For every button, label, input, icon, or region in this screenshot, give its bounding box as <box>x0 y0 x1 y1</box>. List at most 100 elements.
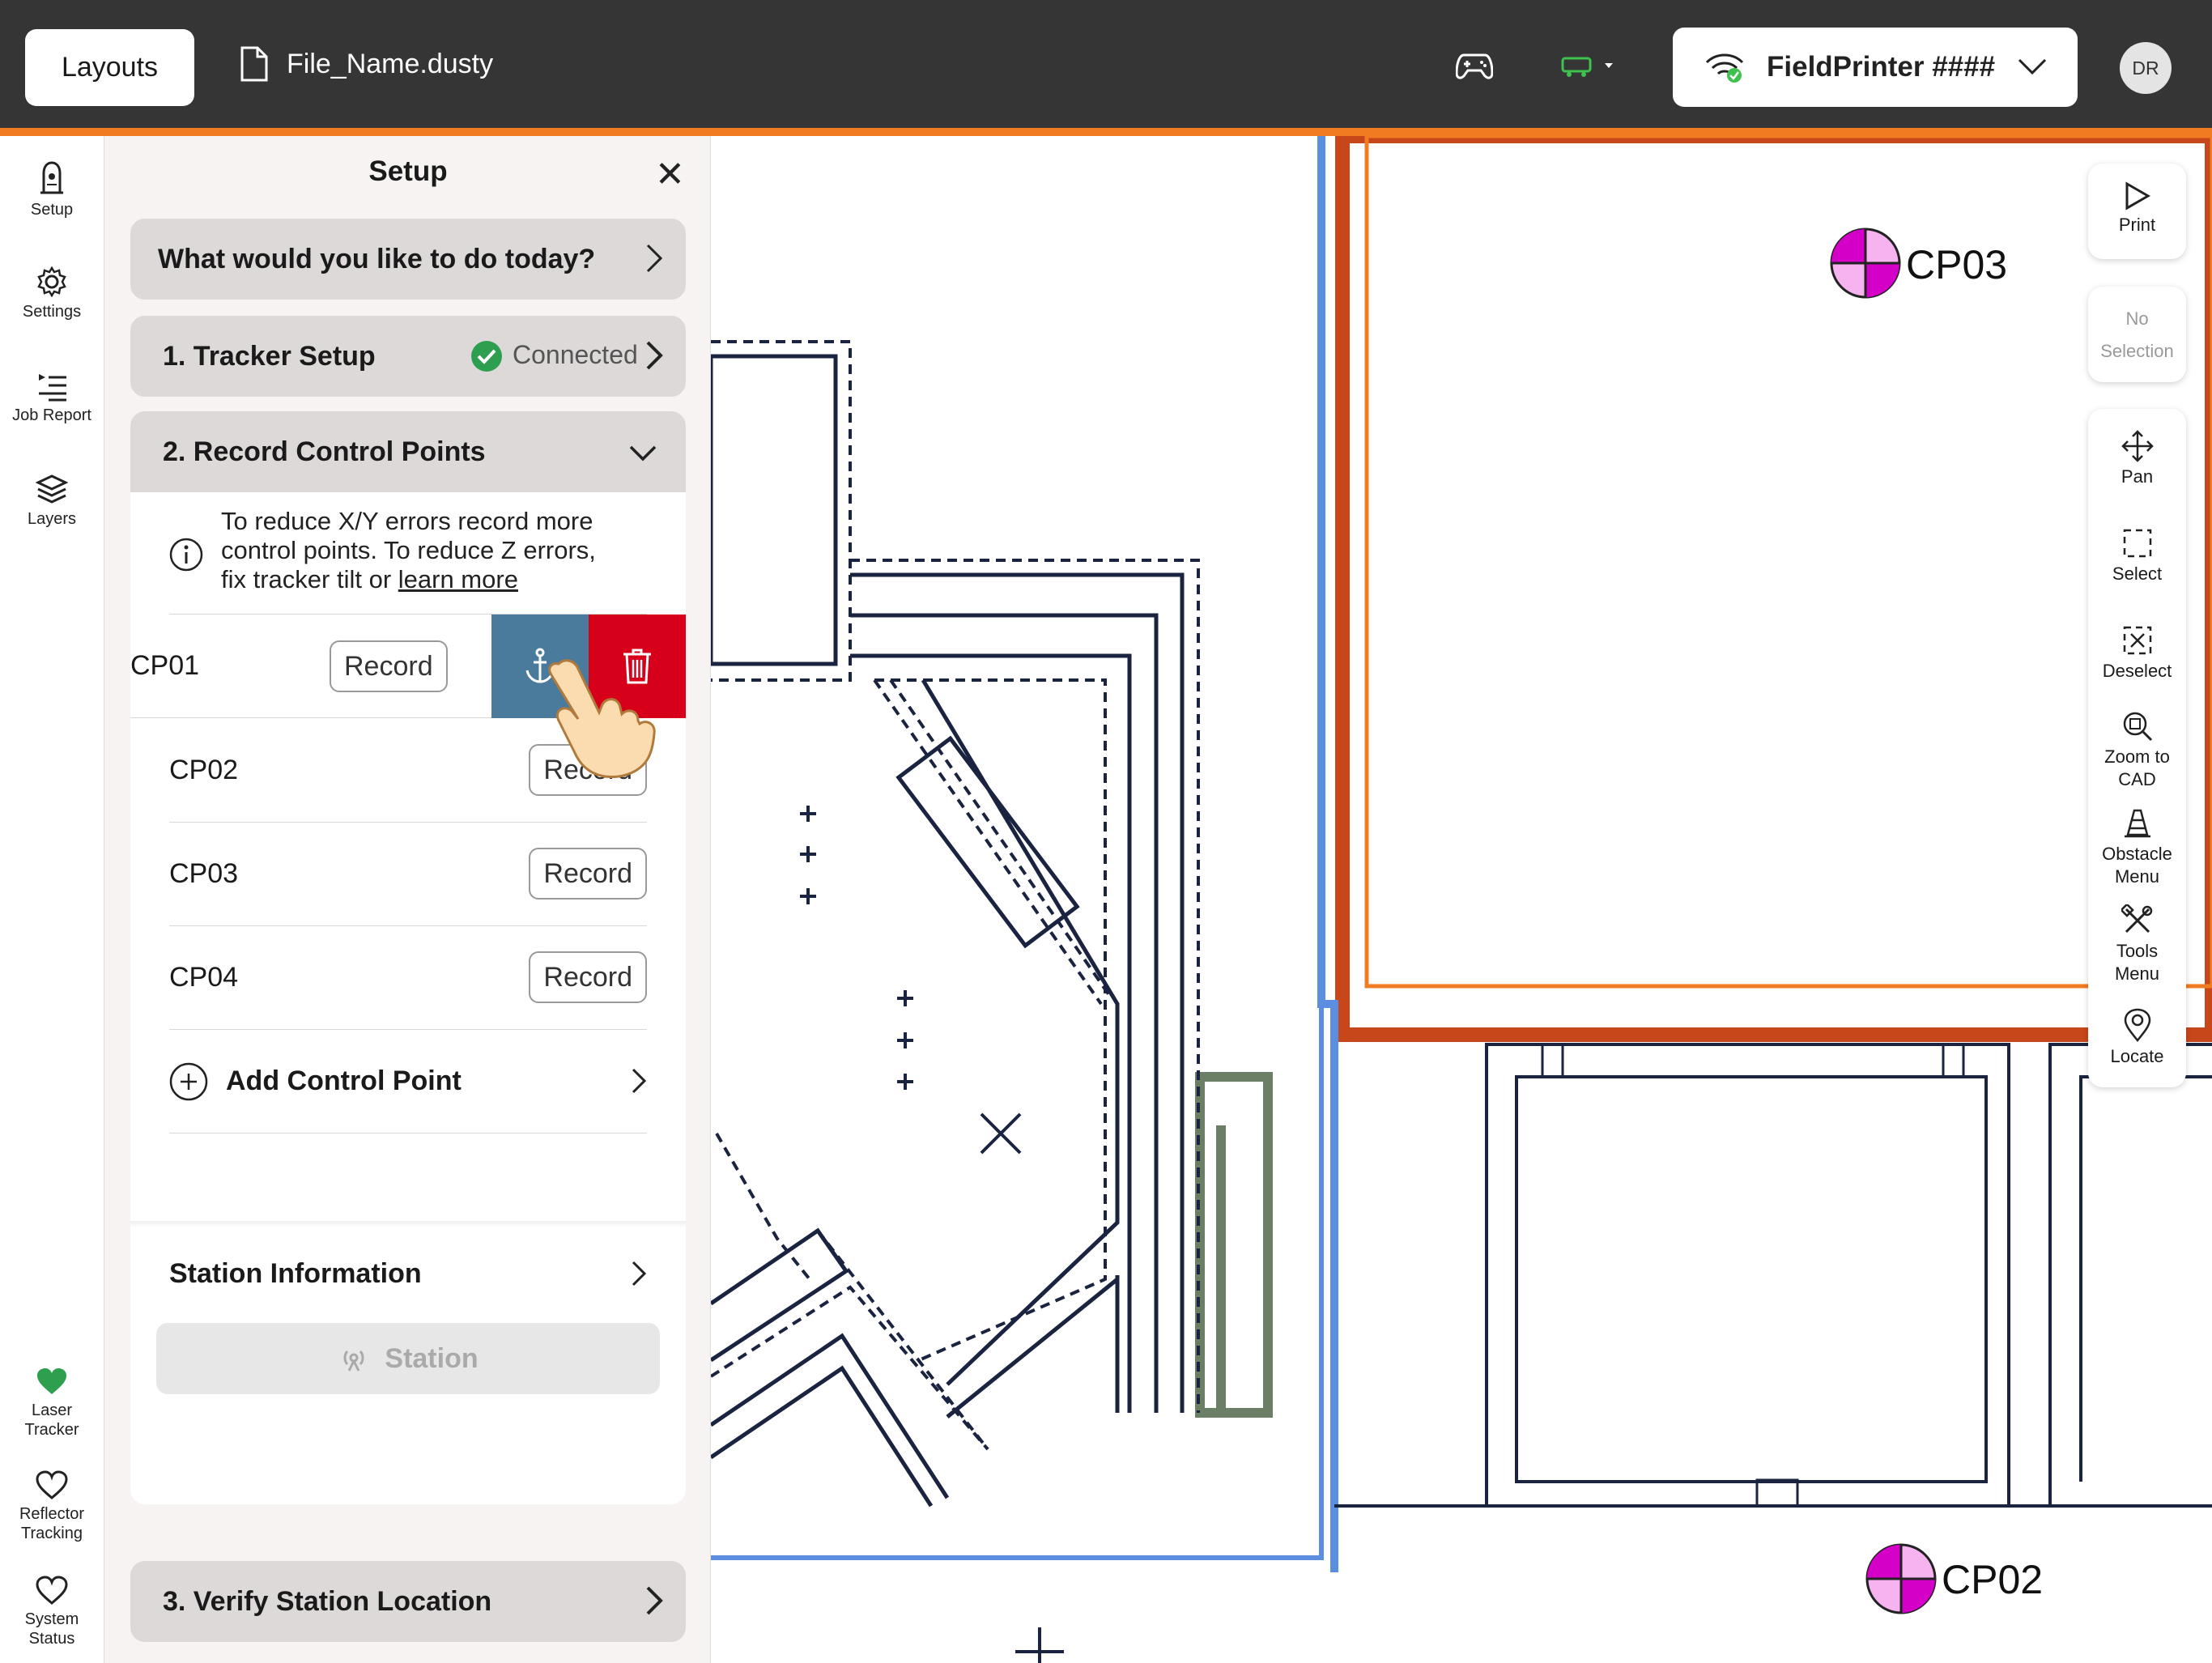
heart-filled-icon <box>37 1368 66 1394</box>
chevron-down-icon <box>629 445 657 461</box>
tools-menu-tool[interactable]: Tools Menu <box>2088 904 2186 985</box>
nav-setup[interactable]: Setup <box>0 160 104 219</box>
print-label: Print <box>2118 215 2156 235</box>
room-outline-2 <box>1515 1075 1988 1483</box>
no-selection-line-2: Selection <box>2100 341 2174 361</box>
obstacle-label-2: Menu <box>2114 866 2160 887</box>
learn-more-link[interactable]: learn more <box>398 565 518 593</box>
printer-select[interactable]: FieldPrinter #### <box>1673 28 2078 107</box>
left-nav: Setup Settings Job Report Layers Laser T… <box>0 136 104 1663</box>
cp03-label: CP03 <box>1906 242 2008 287</box>
today-question-label: What would you like to do today? <box>158 243 596 274</box>
tracker-status-icon[interactable] <box>1561 53 1618 78</box>
cp03-record-button[interactable]: Record <box>529 848 647 900</box>
upper-room-dashed <box>711 340 852 682</box>
verify-station-label: 3. Verify Station Location <box>163 1585 492 1617</box>
station-button[interactable]: Station <box>156 1323 660 1394</box>
today-question-row[interactable]: What would you like to do today? <box>130 219 686 300</box>
record-cp-label: 2. Record Control Points <box>163 436 486 467</box>
select-label: Select <box>2112 564 2163 584</box>
layouts-button[interactable]: Layouts <box>25 29 194 106</box>
nav-layers-label: Layers <box>27 510 77 528</box>
verify-station-row[interactable]: 3. Verify Station Location <box>130 1561 686 1642</box>
wall-dashed-3 <box>873 678 1103 1006</box>
gamepad-icon[interactable] <box>1456 52 1493 81</box>
cp03-row[interactable]: CP03 Record <box>169 823 647 926</box>
avatar[interactable]: DR <box>2120 42 2172 94</box>
print-tool[interactable]: Print <box>2088 181 2186 236</box>
tracker-status: Connected <box>513 340 638 369</box>
room-outline-1 <box>1485 1043 2010 1508</box>
cp04-row[interactable]: CP04 Record <box>169 926 647 1030</box>
tracker-setup-row[interactable]: 1. Tracker Setup Connected <box>130 316 686 397</box>
cp02-marker[interactable] <box>1865 1543 1937 1614</box>
pan-tool[interactable]: Pan <box>2088 430 2186 488</box>
nav-layers[interactable]: Layers <box>0 473 104 529</box>
room-right-2 <box>2079 1075 2212 1482</box>
cp03-label: CP03 <box>169 858 239 889</box>
chevron-down-icon <box>2018 58 2047 75</box>
close-icon[interactable]: ✕ <box>655 157 685 193</box>
file-name[interactable]: File_Name.dusty <box>240 45 493 83</box>
wall-dashed-4 <box>889 678 1112 999</box>
gear-icon <box>37 266 66 298</box>
chevron-right-icon <box>632 1068 647 1094</box>
wall-line-1 <box>850 572 1185 1413</box>
heart-outline-icon <box>36 1470 68 1499</box>
status-system-label: System Status <box>24 1610 79 1648</box>
panel-title: Setup <box>368 155 448 187</box>
cone-icon <box>2124 809 2150 838</box>
deselect-label: Deselect <box>2102 661 2172 681</box>
status-laser-tracker[interactable]: Laser Tracker <box>0 1367 104 1440</box>
add-control-point-row[interactable]: Add Control Point <box>169 1030 647 1133</box>
angled-wall-dashed-2 <box>715 1133 811 1281</box>
locate-tool[interactable]: Locate <box>2088 1008 2186 1068</box>
info-line-1: To reduce X/Y errors record more <box>221 507 593 535</box>
zoom-to-cad-tool[interactable]: Zoom to CAD <box>2088 710 2186 791</box>
select-box-icon <box>2123 529 2151 558</box>
angled-wall-dashed <box>709 1285 989 1451</box>
nav-job-report[interactable]: Job Report <box>0 369 104 425</box>
tools-icon <box>2121 904 2152 934</box>
station-info-row[interactable]: Station Information <box>169 1245 647 1302</box>
upper-room <box>708 354 838 666</box>
room-detail-1 <box>1541 1043 1564 1078</box>
nav-job-report-label: Job Report <box>12 406 91 424</box>
tools-card: Pan Select Deselect Zoom to CAD Obstacle… <box>2088 409 2186 1087</box>
status-system[interactable]: System Status <box>0 1576 104 1648</box>
tools-label-1: Tools <box>2116 941 2159 961</box>
pin-device-icon <box>40 161 63 194</box>
chevron-right-icon <box>646 1586 663 1615</box>
move-arrows-icon <box>2121 430 2154 462</box>
record-cp-header[interactable]: 2. Record Control Points <box>130 411 686 492</box>
station-section-shadow <box>130 1221 686 1227</box>
x-mark <box>980 1112 1022 1155</box>
info-block: To reduce X/Y errors record more control… <box>169 507 671 594</box>
record-cp-card: 2. Record Control Points To reduce X/Y e… <box>130 411 686 1504</box>
chevron-right-icon <box>646 244 663 273</box>
chevron-right-icon <box>632 1261 647 1287</box>
print-card[interactable]: Print <box>2088 164 2186 259</box>
select-tool[interactable]: Select <box>2088 527 2186 585</box>
cp01-label: CP01 <box>130 650 200 681</box>
setup-panel: Setup ✕ What would you like to do today?… <box>104 136 711 1663</box>
bottom-crosshair <box>1015 1627 1064 1663</box>
cp04-record-button[interactable]: Record <box>529 951 647 1003</box>
selection-card: No Selection <box>2088 287 2186 382</box>
status-reflector-tracking[interactable]: Reflector Tracking <box>0 1470 104 1543</box>
cp01-record-button[interactable]: Record <box>330 640 448 692</box>
obstacle-menu-tool[interactable]: Obstacle Menu <box>2088 807 2186 888</box>
locate-label: Locate <box>2110 1046 2164 1066</box>
location-pin-icon <box>2124 1008 2150 1042</box>
top-bar: Layouts File_Name.dusty FieldPrinter ###… <box>0 0 2212 128</box>
wall-line-4 <box>921 678 1120 1386</box>
heart-outline-icon <box>36 1576 68 1605</box>
wall-line-2 <box>850 613 1159 1413</box>
status-reflector-tracking-label: Reflector Tracking <box>19 1505 85 1542</box>
nav-settings[interactable]: Settings <box>0 266 104 321</box>
room-detail-2 <box>1942 1043 1965 1078</box>
wall-dashed-2 <box>874 678 1107 1362</box>
layers-icon <box>36 474 68 504</box>
deselect-tool[interactable]: Deselect <box>2088 624 2186 683</box>
cp03-marker[interactable] <box>1830 228 1901 299</box>
